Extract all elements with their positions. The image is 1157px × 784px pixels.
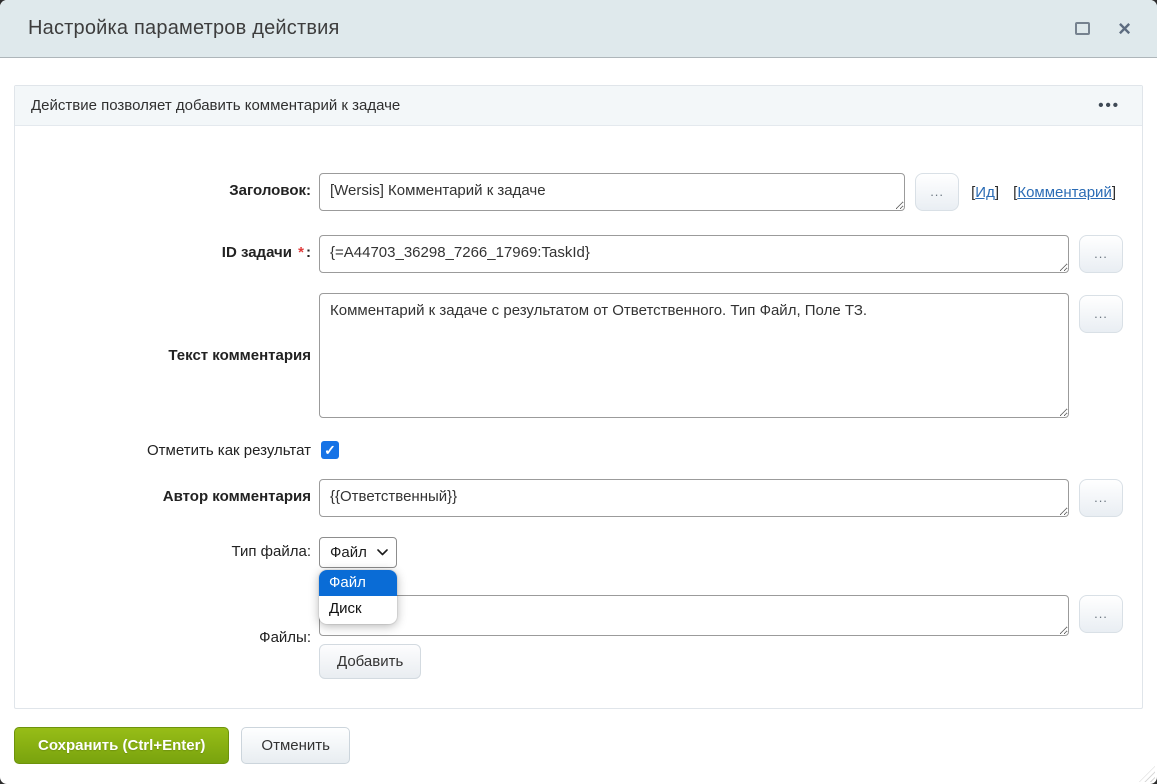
author-more-button[interactable]: ... xyxy=(1079,479,1123,517)
bracket: ] xyxy=(995,184,999,201)
title-label: Заголовок: xyxy=(31,173,319,199)
comment-text-label: Текст комментария xyxy=(31,347,319,364)
save-button[interactable]: Сохранить (Ctrl+Enter) xyxy=(14,727,229,764)
link-comment[interactable]: Комментарий xyxy=(1017,184,1111,201)
file-type-dropdown: Файл Диск xyxy=(319,570,397,624)
panel-body: Заголовок: [Wersis] Комментарий к задаче… xyxy=(15,126,1142,708)
cancel-button[interactable]: Отменить xyxy=(241,727,350,764)
files-line: {{ТЗ}} ... xyxy=(319,595,1123,636)
dropdown-option-file[interactable]: Файл xyxy=(319,570,397,596)
comment-text-input[interactable]: Комментарий к задаче с результатом от От… xyxy=(319,293,1069,418)
dialog-title: Настройка параметров действия xyxy=(28,17,1075,40)
file-type-label: Тип файла: xyxy=(31,537,319,560)
check-icon: ✓ xyxy=(324,442,336,459)
mark-result-label: Отметить как результат xyxy=(31,441,319,459)
add-file-button[interactable]: Добавить xyxy=(319,644,421,679)
files-more-button[interactable]: ... xyxy=(1079,595,1123,633)
bracket: ] xyxy=(1112,184,1116,201)
author-label: Автор комментария xyxy=(31,479,319,505)
row-mark-result: Отметить как результат ✓ xyxy=(31,441,1126,459)
file-type-select[interactable]: Файл xyxy=(319,537,397,568)
row-files: Файлы: {{ТЗ}} ... Добавить xyxy=(31,595,1126,679)
resize-grip[interactable] xyxy=(1139,766,1155,782)
file-type-selected-value: Файл xyxy=(330,544,367,561)
dialog-titlebar: Настройка параметров действия × xyxy=(0,0,1157,58)
files-cell: {{ТЗ}} ... Добавить xyxy=(319,595,1123,679)
title-links: [Ид] [Комментарий] xyxy=(971,184,1126,201)
required-asterisk: * xyxy=(296,244,306,261)
row-author: Автор комментария {{Ответственный}} ... xyxy=(31,479,1126,517)
action-description: Действие позволяет добавить комментарий … xyxy=(31,97,1098,114)
maximize-icon[interactable] xyxy=(1075,22,1090,35)
title-input[interactable]: [Wersis] Комментарий к задаче xyxy=(319,173,905,211)
task-id-label-text: ID задачи xyxy=(222,244,292,261)
action-settings-dialog: Настройка параметров действия × Действие… xyxy=(0,0,1157,784)
action-panel: Действие позволяет добавить комментарий … xyxy=(14,85,1143,709)
chevron-down-icon xyxy=(377,549,388,556)
colon: : xyxy=(306,244,311,261)
row-comment-text: Текст комментария Комментарий к задаче с… xyxy=(31,293,1126,418)
task-id-more-button[interactable]: ... xyxy=(1079,235,1123,273)
file-type-select-cell: Файл Файл Диск xyxy=(319,537,397,568)
title-more-button[interactable]: ... xyxy=(915,173,959,211)
window-controls: × xyxy=(1075,18,1131,40)
comment-text-more-button[interactable]: ... xyxy=(1079,295,1123,333)
dialog-footer: Сохранить (Ctrl+Enter) Отменить xyxy=(14,727,1157,764)
files-label: Файлы: xyxy=(31,629,319,646)
panel-header: Действие позволяет добавить комментарий … xyxy=(15,86,1142,126)
mark-result-checkbox[interactable]: ✓ xyxy=(321,441,339,459)
author-input[interactable]: {{Ответственный}} xyxy=(319,479,1069,517)
dropdown-option-disk[interactable]: Диск xyxy=(319,596,397,622)
files-input[interactable]: {{ТЗ}} xyxy=(319,595,1069,636)
link-comment-wrap: [Комментарий] xyxy=(1013,184,1116,201)
link-id[interactable]: Ид xyxy=(975,184,995,201)
row-task-id: ID задачи *: {=A44703_36298_7266_17969:T… xyxy=(31,235,1126,273)
link-id-wrap: [Ид] xyxy=(971,184,999,201)
row-file-type: Тип файла: Файл Файл Диск xyxy=(31,537,1126,568)
row-title: Заголовок: [Wersis] Комментарий к задаче… xyxy=(31,173,1126,211)
task-id-input[interactable]: {=A44703_36298_7266_17969:TaskId} xyxy=(319,235,1069,273)
close-icon[interactable]: × xyxy=(1118,18,1131,40)
task-id-label: ID задачи *: xyxy=(31,235,319,261)
ellipsis-menu-icon[interactable]: ••• xyxy=(1098,98,1120,113)
